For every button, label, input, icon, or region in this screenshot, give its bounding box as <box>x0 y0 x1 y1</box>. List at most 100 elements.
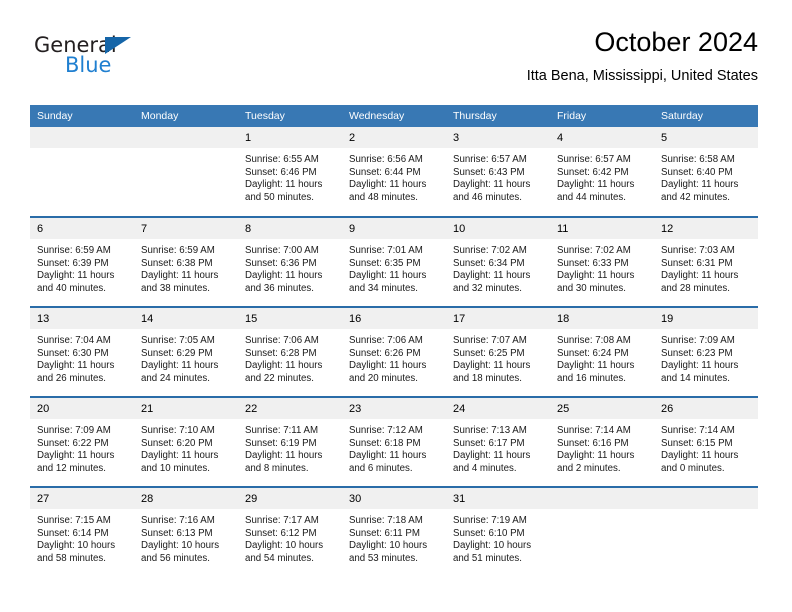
daylight-line1: Daylight: 11 hours <box>245 270 323 282</box>
daylight-line2: and 53 minutes. <box>349 552 418 564</box>
sunset-text: Sunset: 6:25 PM <box>453 347 525 359</box>
daylight-line1: Daylight: 11 hours <box>141 450 219 462</box>
calendar-day-cell[interactable]: 16 Sunrise: 7:06 AM Sunset: 6:26 PM Dayl… <box>342 306 446 397</box>
day-number: 6 <box>30 218 134 239</box>
sunrise-text: Sunrise: 7:18 AM <box>349 515 423 526</box>
calendar-day-cell[interactable]: 23 Sunrise: 7:12 AM Sunset: 6:18 PM Dayl… <box>342 396 446 487</box>
calendar-day-cell[interactable]: 11 Sunrise: 7:02 AM Sunset: 6:33 PM Dayl… <box>550 216 654 307</box>
daylight-line2: and 42 minutes. <box>661 191 730 203</box>
sunrise-text: Sunrise: 7:00 AM <box>245 245 319 256</box>
calendar-day-cell[interactable]: 14 Sunrise: 7:05 AM Sunset: 6:29 PM Dayl… <box>134 306 238 397</box>
daylight-line1: Daylight: 10 hours <box>349 540 428 552</box>
sunrise-text: Sunrise: 7:05 AM <box>141 335 215 346</box>
calendar-day-cell[interactable]: 10 Sunrise: 7:02 AM Sunset: 6:34 PM Dayl… <box>446 216 550 307</box>
daylight-line2: and 56 minutes. <box>141 552 210 564</box>
calendar-day-cell[interactable] <box>654 486 758 577</box>
daylight-line2: and 6 minutes. <box>349 462 413 474</box>
day-details <box>30 148 134 154</box>
calendar-day-cell[interactable]: 28 Sunrise: 7:16 AM Sunset: 6:13 PM Dayl… <box>134 486 238 577</box>
calendar-day-cell[interactable]: 27 Sunrise: 7:15 AM Sunset: 6:14 PM Dayl… <box>30 486 134 577</box>
day-number: 14 <box>134 308 238 329</box>
daylight-line1: Daylight: 11 hours <box>453 360 531 372</box>
day-number: 18 <box>550 308 654 329</box>
calendar-day-cell[interactable]: 29 Sunrise: 7:17 AM Sunset: 6:12 PM Dayl… <box>238 486 342 577</box>
daylight-line1: Daylight: 11 hours <box>557 450 635 462</box>
sunset-text: Sunset: 6:14 PM <box>37 527 109 539</box>
calendar-day-cell[interactable]: 4 Sunrise: 6:57 AM Sunset: 6:42 PM Dayli… <box>550 127 654 217</box>
daylight-line2: and 34 minutes. <box>349 282 418 294</box>
sunset-text: Sunset: 6:33 PM <box>557 257 629 269</box>
sunset-text: Sunset: 6:46 PM <box>245 166 317 178</box>
daylight-line1: Daylight: 11 hours <box>349 450 427 462</box>
day-number: 1 <box>238 127 342 148</box>
calendar-day-cell[interactable]: 21 Sunrise: 7:10 AM Sunset: 6:20 PM Dayl… <box>134 396 238 487</box>
day-details: Sunrise: 7:08 AM Sunset: 6:24 PM Dayligh… <box>550 329 654 385</box>
sunrise-text: Sunrise: 7:15 AM <box>37 515 111 526</box>
daylight-line2: and 54 minutes. <box>245 552 314 564</box>
daylight-line1: Daylight: 10 hours <box>37 540 116 552</box>
sunrise-text: Sunrise: 7:09 AM <box>37 425 111 436</box>
day-number: 2 <box>342 127 446 148</box>
title-block: October 2024 Itta Bena, Mississippi, Uni… <box>258 26 758 86</box>
calendar-day-cell[interactable] <box>550 486 654 577</box>
day-details: Sunrise: 6:59 AM Sunset: 6:39 PM Dayligh… <box>30 239 134 295</box>
calendar-day-cell[interactable]: 30 Sunrise: 7:18 AM Sunset: 6:11 PM Dayl… <box>342 486 446 577</box>
daylight-line2: and 16 minutes. <box>557 372 626 384</box>
calendar-day-cell[interactable]: 26 Sunrise: 7:14 AM Sunset: 6:15 PM Dayl… <box>654 396 758 487</box>
weekday-header-monday: Monday <box>134 105 238 127</box>
day-number: 16 <box>342 308 446 329</box>
sunset-text: Sunset: 6:23 PM <box>661 347 733 359</box>
calendar-day-cell[interactable]: 25 Sunrise: 7:14 AM Sunset: 6:16 PM Dayl… <box>550 396 654 487</box>
calendar-day-cell[interactable]: 7 Sunrise: 6:59 AM Sunset: 6:38 PM Dayli… <box>134 216 238 307</box>
calendar-day-cell[interactable]: 24 Sunrise: 7:13 AM Sunset: 6:17 PM Dayl… <box>446 396 550 487</box>
day-number <box>30 127 134 148</box>
day-details: Sunrise: 7:01 AM Sunset: 6:35 PM Dayligh… <box>342 239 446 295</box>
weekday-header-friday: Friday <box>550 105 654 127</box>
daylight-line2: and 0 minutes. <box>661 462 725 474</box>
calendar-day-cell[interactable]: 3 Sunrise: 6:57 AM Sunset: 6:43 PM Dayli… <box>446 127 550 217</box>
daylight-line2: and 38 minutes. <box>141 282 210 294</box>
day-details: Sunrise: 7:14 AM Sunset: 6:16 PM Dayligh… <box>550 419 654 475</box>
calendar-day-cell[interactable]: 20 Sunrise: 7:09 AM Sunset: 6:22 PM Dayl… <box>30 396 134 487</box>
sunrise-text: Sunrise: 7:07 AM <box>453 335 527 346</box>
day-number: 25 <box>550 398 654 419</box>
day-number: 23 <box>342 398 446 419</box>
day-details: Sunrise: 7:14 AM Sunset: 6:15 PM Dayligh… <box>654 419 758 475</box>
calendar-day-cell[interactable]: 8 Sunrise: 7:00 AM Sunset: 6:36 PM Dayli… <box>238 216 342 307</box>
weekday-header-tuesday: Tuesday <box>238 105 342 127</box>
calendar-day-cell[interactable]: 18 Sunrise: 7:08 AM Sunset: 6:24 PM Dayl… <box>550 306 654 397</box>
calendar-day-cell[interactable]: 17 Sunrise: 7:07 AM Sunset: 6:25 PM Dayl… <box>446 306 550 397</box>
day-number: 20 <box>30 398 134 419</box>
calendar-day-cell[interactable]: 19 Sunrise: 7:09 AM Sunset: 6:23 PM Dayl… <box>654 306 758 397</box>
generalblue-logo[interactable]: General Blue <box>34 34 224 88</box>
sunrise-text: Sunrise: 7:08 AM <box>557 335 631 346</box>
sunrise-text: Sunrise: 6:55 AM <box>245 154 319 165</box>
calendar-grid: Sunday Monday Tuesday Wednesday Thursday… <box>30 105 758 577</box>
day-number: 21 <box>134 398 238 419</box>
sunrise-text: Sunrise: 7:01 AM <box>349 245 423 256</box>
calendar-day-cell[interactable]: 2 Sunrise: 6:56 AM Sunset: 6:44 PM Dayli… <box>342 127 446 217</box>
calendar-day-cell[interactable]: 12 Sunrise: 7:03 AM Sunset: 6:31 PM Dayl… <box>654 216 758 307</box>
calendar-day-cell[interactable]: 31 Sunrise: 7:19 AM Sunset: 6:10 PM Dayl… <box>446 486 550 577</box>
calendar-day-cell[interactable]: 1 Sunrise: 6:55 AM Sunset: 6:46 PM Dayli… <box>238 127 342 217</box>
daylight-line1: Daylight: 11 hours <box>37 270 115 282</box>
calendar-day-cell[interactable]: 5 Sunrise: 6:58 AM Sunset: 6:40 PM Dayli… <box>654 127 758 217</box>
sunset-text: Sunset: 6:11 PM <box>349 527 420 539</box>
daylight-line1: Daylight: 11 hours <box>245 450 323 462</box>
sunrise-text: Sunrise: 6:59 AM <box>141 245 215 256</box>
daylight-line2: and 24 minutes. <box>141 372 210 384</box>
calendar-day-cell[interactable]: 13 Sunrise: 7:04 AM Sunset: 6:30 PM Dayl… <box>30 306 134 397</box>
day-details: Sunrise: 7:10 AM Sunset: 6:20 PM Dayligh… <box>134 419 238 475</box>
calendar-day-cell[interactable]: 15 Sunrise: 7:06 AM Sunset: 6:28 PM Dayl… <box>238 306 342 397</box>
calendar-day-cell[interactable] <box>134 127 238 217</box>
calendar-day-cell[interactable] <box>30 127 134 217</box>
calendar-day-cell[interactable]: 9 Sunrise: 7:01 AM Sunset: 6:35 PM Dayli… <box>342 216 446 307</box>
calendar-day-cell[interactable]: 22 Sunrise: 7:11 AM Sunset: 6:19 PM Dayl… <box>238 396 342 487</box>
sunrise-text: Sunrise: 7:10 AM <box>141 425 215 436</box>
day-details: Sunrise: 7:07 AM Sunset: 6:25 PM Dayligh… <box>446 329 550 385</box>
day-details: Sunrise: 6:59 AM Sunset: 6:38 PM Dayligh… <box>134 239 238 295</box>
sunrise-text: Sunrise: 6:57 AM <box>557 154 631 165</box>
calendar-day-cell[interactable]: 6 Sunrise: 6:59 AM Sunset: 6:39 PM Dayli… <box>30 216 134 307</box>
day-number: 7 <box>134 218 238 239</box>
day-number: 27 <box>30 488 134 509</box>
